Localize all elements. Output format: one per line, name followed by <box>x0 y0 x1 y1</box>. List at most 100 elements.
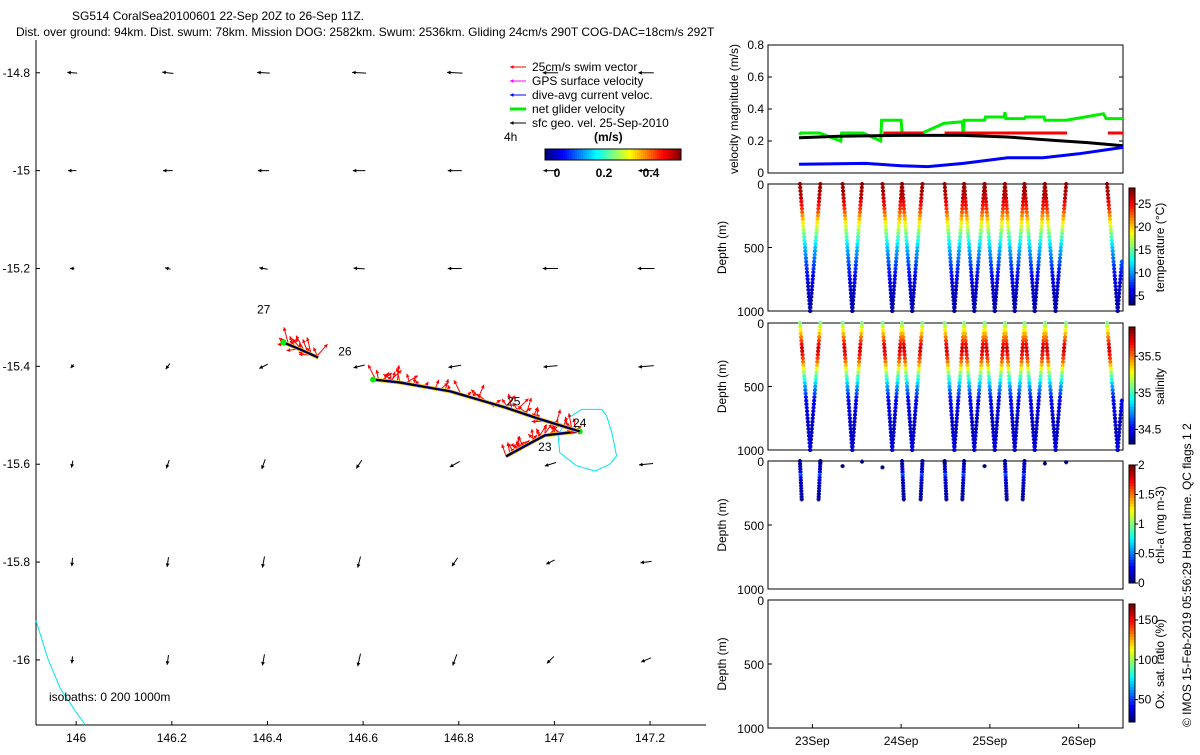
temperature-sample <box>801 217 805 221</box>
temperature-sample <box>1119 274 1123 278</box>
depth-y-tick-label: 500 <box>744 242 764 256</box>
temperature-sample <box>974 291 978 295</box>
salinity-sample <box>957 388 961 392</box>
temperature-sample <box>1008 249 1012 253</box>
temperature-sample <box>1015 281 1019 285</box>
salinity-sample <box>974 427 978 431</box>
colorbar-cell <box>1129 634 1135 637</box>
temperature-sample <box>1112 267 1116 271</box>
salinity-sample <box>803 381 807 385</box>
sfc-geo-vector-head <box>354 365 358 369</box>
temperature-sample <box>896 228 900 232</box>
temperature-sample <box>904 228 908 232</box>
salinity-sample <box>1004 339 1008 343</box>
temperature-sample <box>1118 284 1122 288</box>
salinity-sample <box>817 339 821 343</box>
salinity-sample <box>1054 448 1058 452</box>
salinity-sample <box>1055 430 1059 434</box>
salinity-sample <box>915 385 919 389</box>
temperature-sample <box>847 270 851 274</box>
map-x-tick-label: 146 <box>66 731 86 745</box>
salinity-sample <box>804 399 808 403</box>
salinity-sample <box>1050 406 1054 410</box>
temperature-sample <box>1109 231 1113 235</box>
date-tick-label: 26Sep <box>1061 734 1096 748</box>
colorbar-cell <box>1129 200 1135 203</box>
colorbar-cell <box>619 149 621 160</box>
salinity-sample <box>1105 321 1109 325</box>
colorbar-cell <box>1129 330 1135 333</box>
colorbar-cell <box>1129 551 1135 554</box>
temperature-sample <box>996 263 1000 267</box>
temperature-sample <box>1109 235 1113 239</box>
salinity-sample <box>919 335 923 339</box>
colorbar-cell <box>1129 619 1135 622</box>
salinity-sample <box>914 399 918 403</box>
colorbar-cell <box>1129 645 1135 648</box>
salinity-sample <box>964 342 968 346</box>
swim-vector-head <box>306 337 310 341</box>
temperature-sample <box>895 253 899 257</box>
temperature-sample <box>1056 277 1060 281</box>
salinity-sample <box>805 406 809 410</box>
colorbar-cell <box>633 149 635 160</box>
temperature-sample <box>957 253 961 257</box>
salinity-sample <box>966 374 970 378</box>
salinity-sample <box>1061 356 1065 360</box>
colorbar-cell <box>563 149 565 160</box>
salinity-sample <box>949 406 953 410</box>
colorbar-cell <box>1129 571 1135 574</box>
salinity-sample <box>914 395 918 399</box>
temperature-sample <box>1040 214 1044 218</box>
salinity-sample <box>1021 346 1025 350</box>
temperature-sample <box>801 221 805 225</box>
sfc-geo-vector-head <box>353 169 357 173</box>
temperature-sample <box>1112 263 1116 267</box>
salinity-sample <box>947 385 951 389</box>
salinity-sample <box>818 332 822 336</box>
temperature-sample <box>920 193 924 197</box>
salinity-sample <box>799 332 803 336</box>
legend-interval: 4h <box>504 130 517 144</box>
temperature-sample <box>986 228 990 232</box>
salinity-sample <box>857 356 861 360</box>
temperature-sample <box>946 228 950 232</box>
temperature-sample <box>907 267 911 271</box>
salinity-sample <box>967 377 971 381</box>
temperature-sample <box>975 270 979 274</box>
temperature-sample <box>856 231 860 235</box>
salinity-sample <box>1107 349 1111 353</box>
temperature-sample <box>980 214 984 218</box>
temperature-sample <box>1036 274 1040 278</box>
salinity-sample <box>892 423 896 427</box>
salinity-sample <box>1038 388 1042 392</box>
colorbar-cell <box>597 149 599 160</box>
salinity-sample <box>1000 360 1004 364</box>
temperature-sample <box>975 281 979 285</box>
salinity-sample <box>915 388 919 392</box>
temperature-sample <box>1045 210 1049 214</box>
salinity-sample <box>1034 427 1038 431</box>
temperature-sample <box>1061 217 1065 221</box>
temperature-sample <box>881 193 885 197</box>
colorbar-cell <box>1129 710 1135 713</box>
swim-vector-head <box>532 420 536 424</box>
temperature-sample <box>842 196 846 200</box>
colorbar-cell <box>627 149 629 160</box>
colorbar-cell <box>1129 235 1135 238</box>
colorbar-cell <box>1129 223 1135 226</box>
salinity-sample <box>888 420 892 424</box>
salinity-sample <box>917 360 921 364</box>
colorbar-cell <box>675 149 677 160</box>
day-label: 23 <box>538 440 552 454</box>
colorbar-cell <box>1129 296 1135 299</box>
day-label: 26 <box>338 345 352 359</box>
temperature-sample <box>1041 210 1045 214</box>
salinity-sample <box>1038 377 1042 381</box>
temperature-sample <box>895 249 899 253</box>
colorbar-cell <box>665 149 667 160</box>
temperature-sample <box>844 224 848 228</box>
temperature-sample <box>1119 270 1123 274</box>
chl-a-sample <box>919 497 923 501</box>
colorbar-cell <box>1129 403 1135 406</box>
